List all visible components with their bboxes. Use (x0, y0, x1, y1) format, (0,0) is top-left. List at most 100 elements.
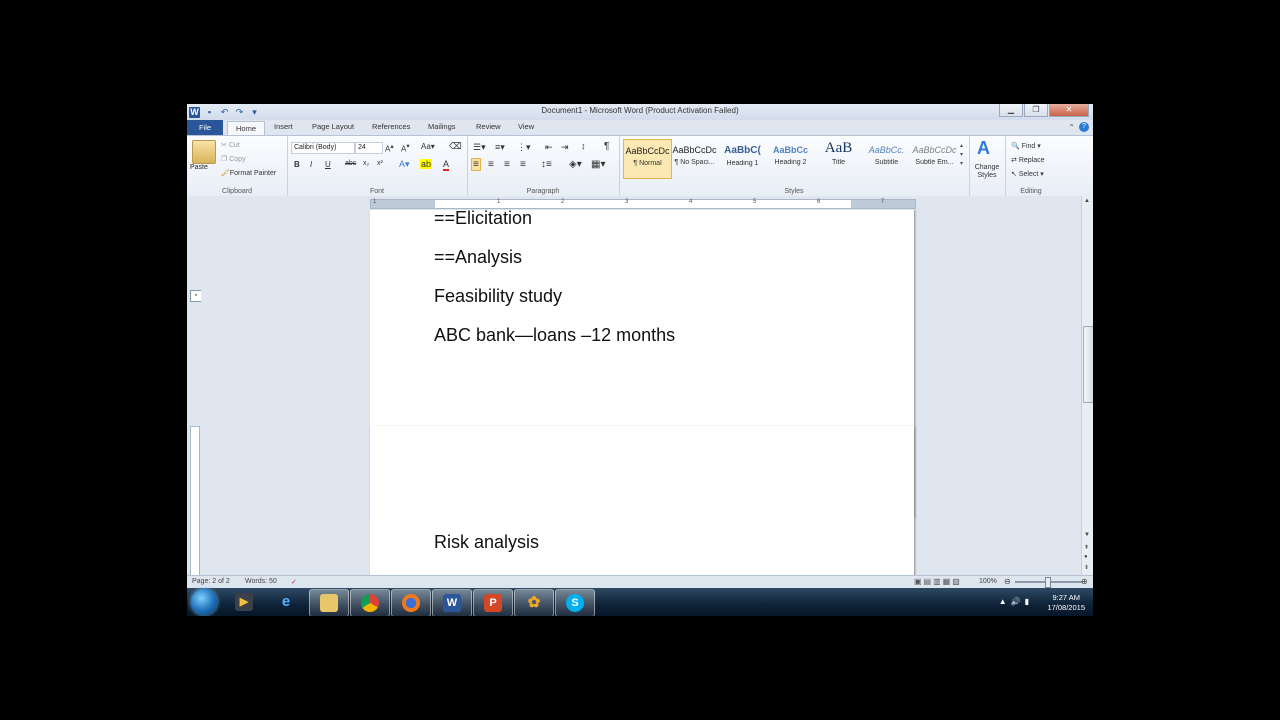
change-case-icon[interactable]: Aa▾ (421, 142, 435, 151)
sort-icon[interactable]: ↕ (581, 141, 586, 151)
decrease-indent-icon[interactable]: ⇤ (545, 142, 553, 153)
numbering-icon[interactable]: ≡▾ (495, 142, 505, 153)
page-2[interactable]: Risk analysis (370, 426, 914, 575)
cut-button[interactable]: ✂ Cut (221, 141, 240, 149)
borders-icon[interactable]: ▦▾ (591, 159, 605, 170)
shading-icon[interactable]: ◈▾ (569, 159, 582, 170)
next-page-icon[interactable]: ⇟ (1084, 564, 1089, 571)
document-area[interactable]: ==Elicitation ==Analysis Feasibility stu… (201, 210, 1081, 575)
paragraph-line[interactable]: ABC bank—loans –12 months (434, 325, 675, 346)
align-right-icon[interactable]: ≡ (504, 159, 510, 170)
paragraph-line[interactable]: ==Elicitation (434, 210, 532, 229)
align-left-icon[interactable]: ≡ (471, 158, 481, 171)
minimize-button[interactable]: ▁ (999, 104, 1023, 117)
change-styles-button[interactable]: Change Styles (971, 164, 1003, 180)
strikethrough-button[interactable]: abc (345, 160, 356, 167)
previous-page-icon[interactable]: ⇞ (1084, 544, 1089, 551)
proofing-icon[interactable]: ✓ (291, 578, 297, 586)
italic-button[interactable]: I (310, 160, 312, 169)
vertical-scrollbar[interactable]: ▲ ▼ ⇞ ● ⇟ (1081, 196, 1093, 575)
paste-icon[interactable] (192, 140, 216, 164)
multilevel-list-icon[interactable]: ⋮▾ (517, 142, 531, 153)
taskbar-app[interactable] (350, 589, 390, 616)
grow-font-icon[interactable]: A▴ (385, 142, 394, 154)
taskbar-app[interactable]: e (267, 589, 305, 615)
browse-object-icon[interactable]: ● (1084, 554, 1088, 560)
style-normal[interactable]: AaBbCcDc ¶ Normal (623, 139, 672, 179)
taskbar-app[interactable]: W (432, 589, 472, 616)
font-name-select[interactable]: Calibri (Body) (291, 142, 355, 154)
justify-icon[interactable]: ≡ (520, 159, 526, 170)
word-count[interactable]: Words: 50 (245, 578, 277, 585)
style-title[interactable]: AaB Title (815, 139, 862, 177)
scroll-down-icon[interactable]: ▼ (1084, 532, 1090, 538)
change-styles-icon[interactable]: A (977, 138, 990, 159)
vertical-ruler[interactable] (190, 426, 200, 576)
font-size-select[interactable]: 24 (355, 142, 383, 154)
align-center-icon[interactable]: ≡ (488, 159, 494, 170)
tab-home[interactable]: Home (227, 121, 265, 136)
tab-references[interactable]: References (372, 122, 410, 131)
copy-button[interactable]: ❐ Copy (221, 155, 246, 163)
taskbar-app[interactable]: S (555, 589, 595, 616)
restore-button[interactable]: ❐ (1024, 104, 1048, 117)
style-sample: AaBbCcDc (912, 145, 957, 155)
horizontal-ruler[interactable]: 1 1 2 3 4 5 6 7 (370, 199, 916, 209)
superscript-button[interactable]: x² (377, 160, 383, 167)
zoom-slider-knob[interactable] (1045, 577, 1051, 588)
increase-indent-icon[interactable]: ⇥ (561, 142, 569, 153)
bullets-icon[interactable]: ☰▾ (473, 142, 486, 153)
show-formatting-button[interactable]: ¶ (604, 141, 609, 152)
line-spacing-icon[interactable]: ↕≡ (541, 159, 552, 170)
find-button[interactable]: 🔍 Find ▾ (1011, 142, 1041, 150)
paste-button[interactable]: Paste (190, 164, 208, 171)
taskbar-app[interactable]: ✿ (514, 589, 554, 616)
paragraph-line[interactable]: ==Analysis (434, 247, 522, 268)
zoom-level[interactable]: 100% (979, 578, 997, 585)
tab-review[interactable]: Review (476, 122, 501, 131)
view-buttons-icon[interactable]: ▣▤▥▦▧ (914, 577, 962, 586)
tab-insert[interactable]: Insert (274, 122, 293, 131)
style-heading-1[interactable]: AaBbC( Heading 1 (719, 139, 766, 177)
style-subtle-emphasis[interactable]: AaBbCcDc Subtle Em... (911, 139, 958, 177)
start-button[interactable] (191, 589, 217, 615)
close-button[interactable]: ✕ (1049, 104, 1089, 117)
ruler-row: ▫ 1 1 2 3 4 5 6 7 (187, 196, 1093, 302)
tab-view[interactable]: View (518, 122, 534, 131)
page-count[interactable]: Page: 2 of 2 (192, 578, 230, 585)
taskbar-app[interactable] (309, 589, 349, 616)
style-no-spacing[interactable]: AaBbCcDc ¶ No Spaci... (671, 139, 718, 177)
minimize-ribbon-icon[interactable]: ⌃ (1068, 123, 1075, 132)
font-color-icon[interactable]: A (443, 159, 450, 171)
zoom-in-icon[interactable]: ⊕ (1081, 577, 1088, 586)
clock[interactable]: 9:27 AM 17/08/2015 (1047, 593, 1085, 613)
scroll-thumb[interactable] (1083, 326, 1093, 403)
subscript-button[interactable]: x₂ (363, 160, 369, 167)
text-effects-icon[interactable]: A▾ (399, 159, 410, 170)
styles-scroll-icon[interactable]: ▴ ▾ ▾ (960, 142, 963, 169)
replace-button[interactable]: ⇄ Replace (1011, 156, 1045, 164)
taskbar-app[interactable] (391, 589, 431, 616)
style-subtitle[interactable]: AaBbCc. Subtitle (863, 139, 910, 177)
firefox-icon (402, 594, 420, 612)
scroll-up-icon[interactable]: ▲ (1084, 198, 1090, 204)
taskbar-app[interactable]: ▶ (225, 589, 263, 615)
help-icon[interactable]: ? (1079, 122, 1089, 132)
ruler-number: 4 (689, 199, 693, 205)
select-button[interactable]: ↖ Select ▾ (1011, 170, 1044, 178)
highlight-icon[interactable]: ab (420, 159, 433, 169)
clear-formatting-icon[interactable]: ⌫ (449, 141, 462, 152)
tab-mailings[interactable]: Mailings (428, 122, 456, 131)
tab-file[interactable]: File (187, 120, 223, 135)
shrink-font-icon[interactable]: A▾ (401, 142, 410, 154)
taskbar-app[interactable]: P (473, 589, 513, 616)
paragraph-line[interactable]: Feasibility study (434, 286, 562, 307)
bold-button[interactable]: B (294, 160, 300, 169)
tab-page-layout[interactable]: Page Layout (312, 122, 354, 131)
underline-button[interactable]: U (325, 160, 331, 169)
style-heading-2[interactable]: AaBbCc Heading 2 (767, 139, 814, 177)
system-tray-icons[interactable]: ▲🔊▮ (999, 597, 1033, 606)
zoom-out-icon[interactable]: ⊖ (1004, 577, 1011, 586)
format-painter-button[interactable]: 🖌Format Painter (221, 169, 276, 177)
paragraph-line[interactable]: Risk analysis (434, 532, 539, 553)
